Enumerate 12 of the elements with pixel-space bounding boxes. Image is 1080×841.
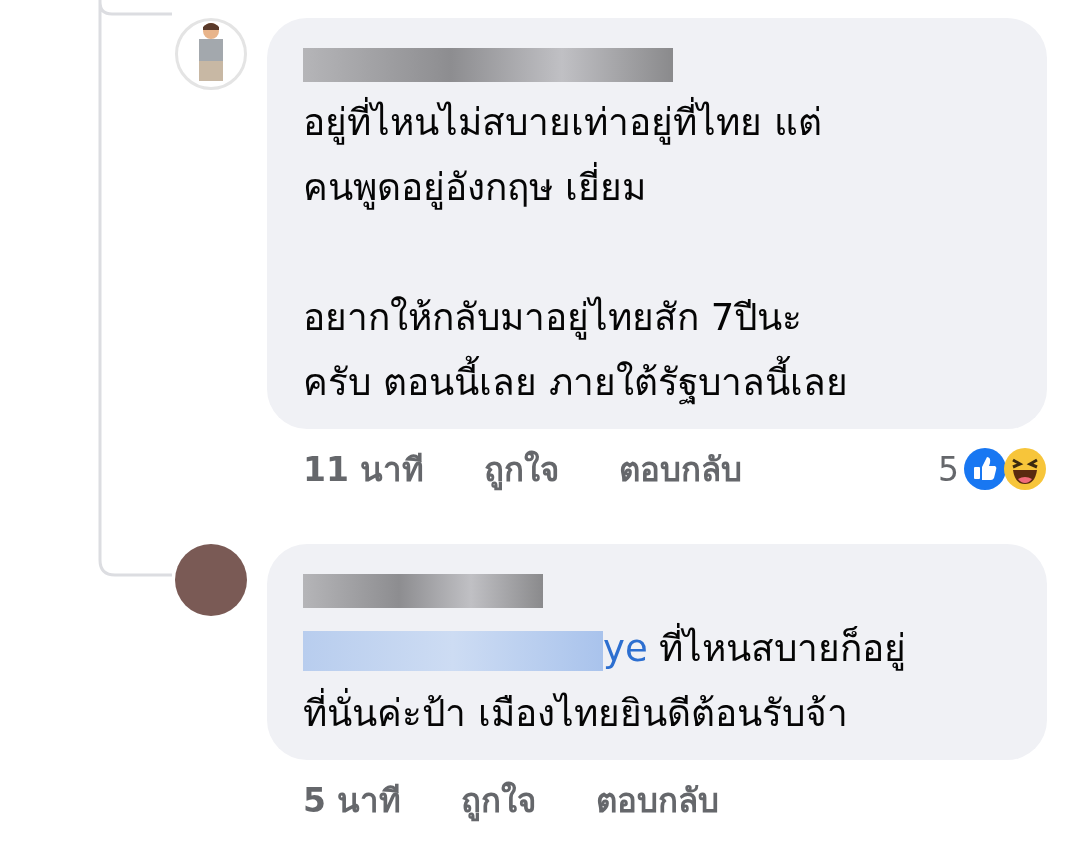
laughing-emoji-icon (1003, 447, 1047, 491)
timestamp: 11 นาที (303, 448, 425, 491)
like-link[interactable]: ถูกใจ (461, 773, 537, 827)
comment-text: อยู่ที่ไหนไม่สบายเท่าอยู่ที่ไทย แต่ คนพูดอยู่อังกฤษ เยี่ยม อยากให้กลับมาอยู่ไทยสัก 7ปีนะ ครับ ตอนนี้เลย ภายใต้รัฐบาลนี้เลย (303, 90, 848, 415)
comment-text: ye ที่ไหนสบายก็อยู่ ที่นั่นค่ะป้า เมืองไทยยินดีต้อนรับจ้า (303, 616, 907, 746)
like-link[interactable]: ถูกใจ (484, 442, 560, 496)
reaction-count: 5 (938, 449, 959, 489)
thumbs-up-icon (963, 447, 1007, 491)
timestamp: 5 นาที (303, 779, 402, 822)
reply-link[interactable]: ตอบกลับ (596, 773, 720, 827)
mention-link[interactable]: ye (603, 627, 648, 670)
reply-link[interactable]: ตอบกลับ (619, 442, 743, 496)
